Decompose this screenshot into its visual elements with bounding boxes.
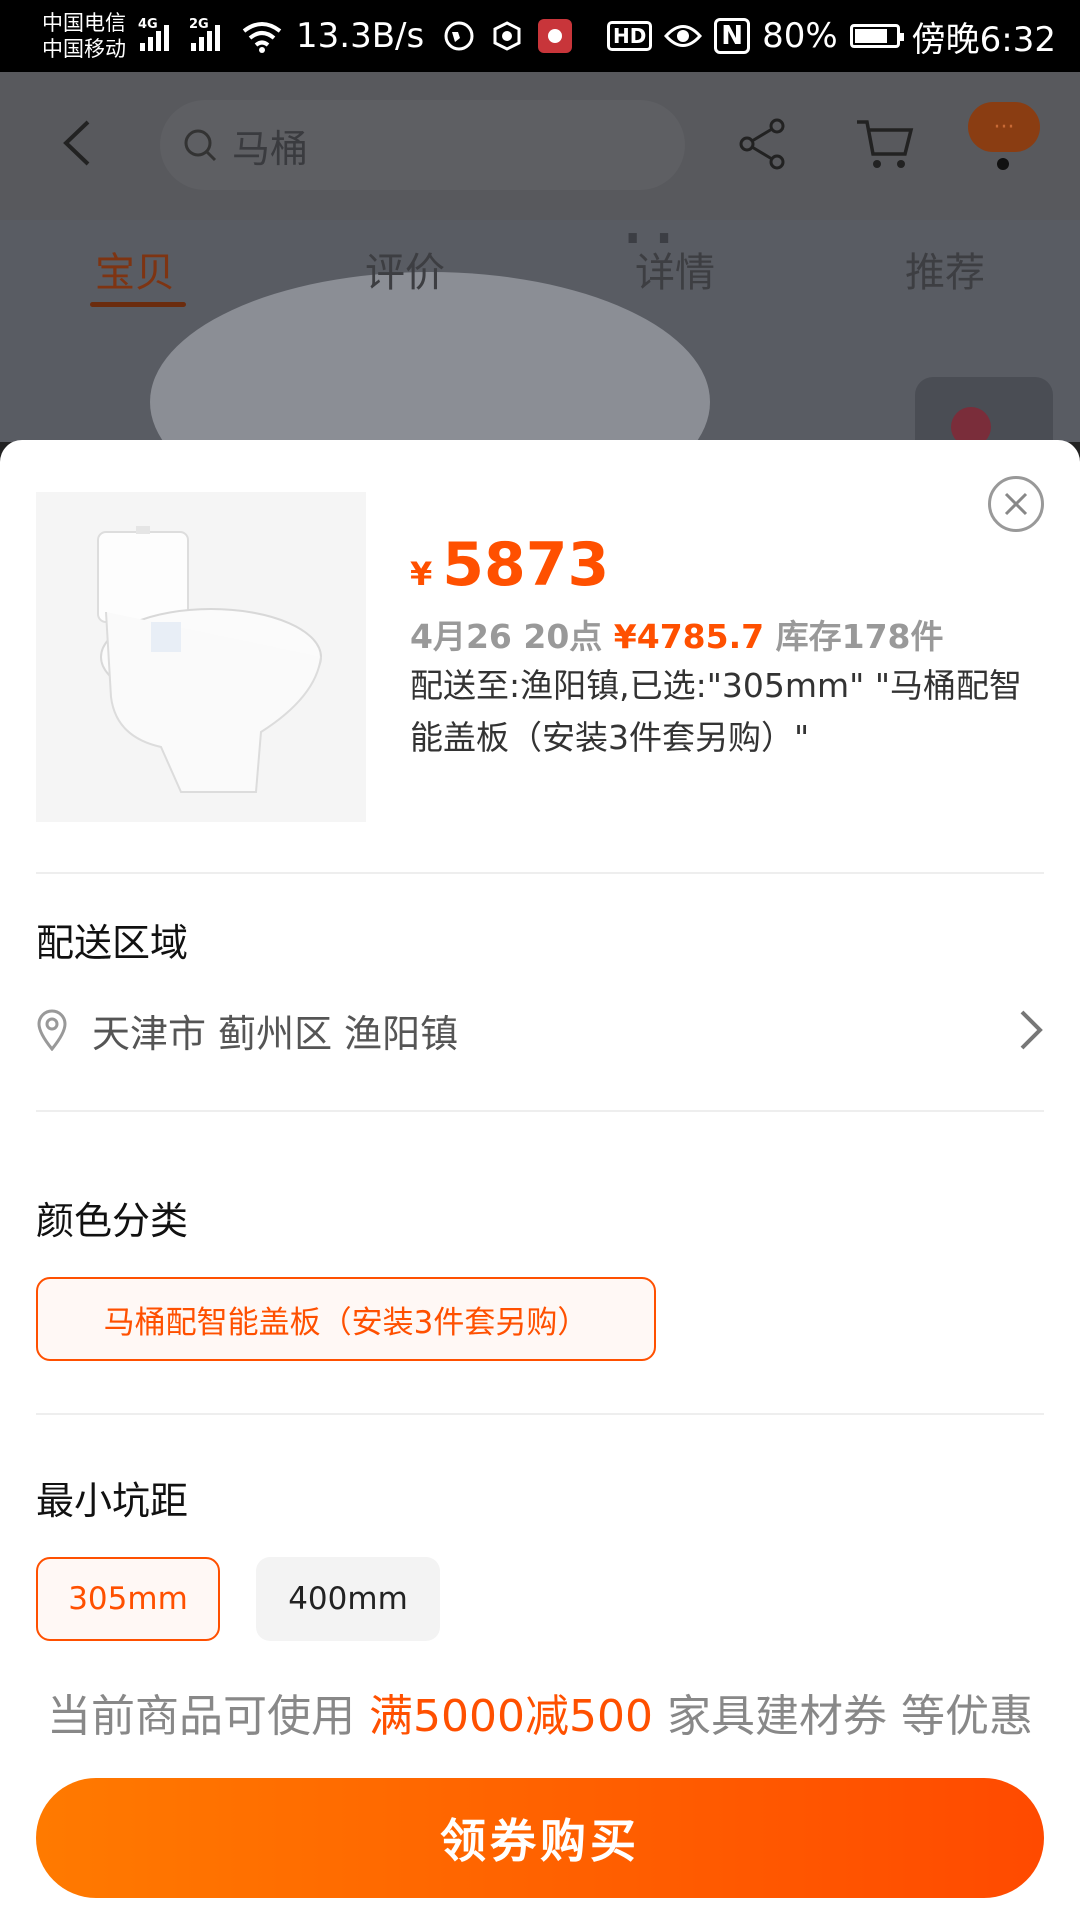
nfc-icon: N (714, 18, 751, 54)
tab-reviews[interactable]: 评价 (270, 220, 540, 330)
tab-recommend[interactable]: 推荐 (810, 220, 1080, 330)
battery-icon (849, 24, 904, 48)
product-page-background: 马桶 ··· ·· 宝贝 评价 详情 推荐 (0, 72, 1080, 442)
globe-icon (442, 19, 476, 53)
vpn-icon (490, 19, 524, 53)
buy-with-coupon-button[interactable]: 领券购买 (36, 1778, 1044, 1898)
color-title: 颜色分类 (36, 1199, 189, 1243)
coupon-suffix: 家具建材券 等优惠 (666, 1691, 1033, 1742)
coupon-info: 当前商品可使用 满5000减500 家具建材券 等优惠 (0, 1680, 1080, 1744)
heart-icon[interactable] (915, 377, 1053, 442)
battery-percent: 80% (762, 16, 838, 56)
tab-details[interactable]: 详情 (540, 220, 810, 330)
tab-label: 宝贝 (95, 250, 175, 296)
wifi-icon (242, 22, 282, 53)
tab-baobei[interactable]: 宝贝 (0, 220, 270, 330)
carrier-2: 中国移动 (42, 37, 126, 61)
address-selector[interactable]: 天津市 蓟州区 渔阳镇 (36, 1000, 1044, 1060)
spacing-option-305[interactable]: 305mm (36, 1557, 220, 1641)
app-notification-icon (538, 19, 573, 53)
promo-price: ¥4785.7 (613, 617, 765, 656)
signal-1-type: 4G (138, 17, 158, 32)
coupon-highlight: 满5000减500 (369, 1691, 653, 1742)
signal-2-type: 2G (189, 17, 209, 32)
address-text: 天津市 蓟州区 渔阳镇 (92, 1011, 459, 1056)
product-thumbnail (36, 492, 366, 822)
price-value: 5873 (442, 530, 610, 600)
tab-label: 详情 (635, 250, 715, 296)
divider (36, 872, 1044, 874)
tab-label: 推荐 (905, 250, 985, 296)
chevron-right-icon (1020, 1010, 1043, 1050)
hd-icon: HD (606, 21, 653, 51)
search-query: 马桶 (232, 126, 309, 171)
tab-bar: 宝贝 评价 详情 推荐 (0, 220, 1080, 330)
back-arrow-icon[interactable] (58, 118, 98, 168)
divider (36, 1413, 1044, 1415)
price: ¥ 5873 (410, 530, 609, 600)
divider (36, 1110, 1044, 1112)
more-icon[interactable]: ··· (968, 102, 1040, 152)
signal-2-icon: 2G (189, 17, 220, 51)
signal-1-icon: 4G (138, 17, 169, 51)
eye-icon (664, 25, 703, 47)
location-pin-icon (37, 1009, 67, 1051)
close-icon[interactable] (988, 476, 1044, 532)
coupon-prefix: 当前商品可使用 (47, 1691, 356, 1742)
sku-selector-sheet: ¥ 5873 4月26 20点 ¥4785.7 库存178件 配送至:渔阳镇,已… (0, 440, 1080, 1920)
clock: 傍晚6:32 (911, 19, 1056, 60)
stock-count: 库存178件 (775, 617, 944, 656)
carrier-names: 中国电信 中国移动 (42, 10, 126, 62)
color-option[interactable]: 马桶配智能盖板（安装3件套另购） (36, 1277, 656, 1361)
promo-info: 4月26 20点 ¥4785.7 库存178件 (410, 610, 944, 658)
cart-icon[interactable] (855, 116, 915, 172)
currency-symbol: ¥ (410, 555, 433, 593)
share-icon[interactable] (735, 116, 791, 172)
carrier-1: 中国电信 (42, 11, 126, 35)
search-icon (184, 129, 217, 162)
search-box[interactable]: 马桶 (160, 100, 685, 190)
top-nav: 马桶 ··· (0, 72, 1080, 220)
status-bar: 中国电信 中国移动 4G 2G 13.3B/s HD N 80% 傍晚6:32 (0, 0, 1080, 72)
shipping-selection-text: 配送至:渔阳镇,已选:"305mm" "马桶配智能盖板（安装3件套另购）" (410, 666, 1023, 757)
tab-label: 评价 (365, 250, 445, 296)
spacing-title: 最小坑距 (36, 1479, 189, 1523)
notification-dot (997, 158, 1009, 170)
delivery-title: 配送区域 (36, 921, 189, 965)
network-speed: 13.3B/s (296, 16, 425, 56)
spacing-option-400[interactable]: 400mm (256, 1557, 440, 1641)
promo-date: 4月26 20点 (410, 617, 603, 656)
